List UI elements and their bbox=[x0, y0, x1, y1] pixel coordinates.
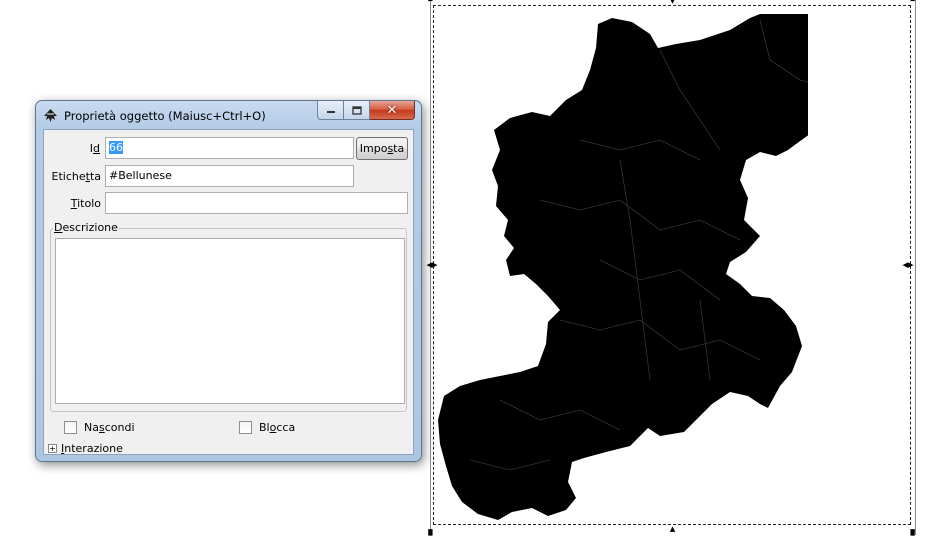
resize-handle-right-icon[interactable]: ◂▸ bbox=[902, 259, 914, 270]
set-button[interactable]: Imposta bbox=[356, 137, 408, 160]
maximize-button[interactable] bbox=[344, 101, 370, 120]
dialog-title: Proprietà oggetto (Maiusc+Ctrl+O) bbox=[64, 109, 266, 123]
lock-label: Blocca bbox=[259, 421, 296, 434]
description-label: Descrizione bbox=[53, 221, 119, 234]
resize-handle-top-icon[interactable]: ▾ bbox=[668, 0, 677, 6]
dialog-client-area: Id 66 Imposta Etichetta #Bellunese Titol… bbox=[43, 129, 414, 455]
title-label: Titolo bbox=[70, 197, 101, 210]
minimize-button[interactable] bbox=[317, 101, 344, 120]
id-field[interactable]: 66 bbox=[105, 137, 354, 159]
label-field[interactable]: #Bellunese bbox=[105, 165, 354, 187]
interaction-expander[interactable]: + Interazione bbox=[48, 442, 123, 455]
expand-plus-icon[interactable]: + bbox=[48, 444, 57, 453]
resize-handle-bottom-right-icon[interactable]: ▗ bbox=[906, 524, 915, 535]
close-icon: ✕ bbox=[386, 102, 398, 118]
minimize-icon bbox=[326, 111, 335, 113]
object-properties-dialog: Proprietà oggetto (Maiusc+Ctrl+O) ✕ Id 6… bbox=[35, 100, 422, 462]
label-label: Etichetta bbox=[51, 170, 102, 183]
lock-checkbox-box[interactable] bbox=[239, 421, 252, 434]
hide-checkbox[interactable]: Nascondi bbox=[64, 421, 135, 434]
window-controls: ✕ bbox=[317, 101, 415, 121]
interaction-label: Interazione bbox=[61, 442, 123, 455]
resize-handle-top-left-icon[interactable]: ▘ bbox=[428, 0, 437, 7]
title-field[interactable] bbox=[105, 192, 408, 214]
resize-handle-top-right-icon[interactable]: ▝ bbox=[906, 0, 915, 7]
maximize-icon bbox=[351, 105, 362, 115]
province-map-shape[interactable] bbox=[436, 14, 808, 526]
hide-checkbox-box[interactable] bbox=[64, 421, 77, 434]
resize-handle-bottom-left-icon[interactable]: ▖ bbox=[428, 524, 437, 535]
id-label: Id bbox=[89, 142, 100, 155]
dialog-titlebar[interactable]: Proprietà oggetto (Maiusc+Ctrl+O) ✕ bbox=[36, 101, 421, 129]
lock-checkbox[interactable]: Blocca bbox=[239, 421, 295, 434]
hide-label: Nascondi bbox=[84, 421, 135, 434]
inkscape-icon bbox=[44, 109, 57, 122]
description-textarea[interactable] bbox=[55, 238, 405, 404]
close-button[interactable]: ✕ bbox=[370, 101, 415, 120]
